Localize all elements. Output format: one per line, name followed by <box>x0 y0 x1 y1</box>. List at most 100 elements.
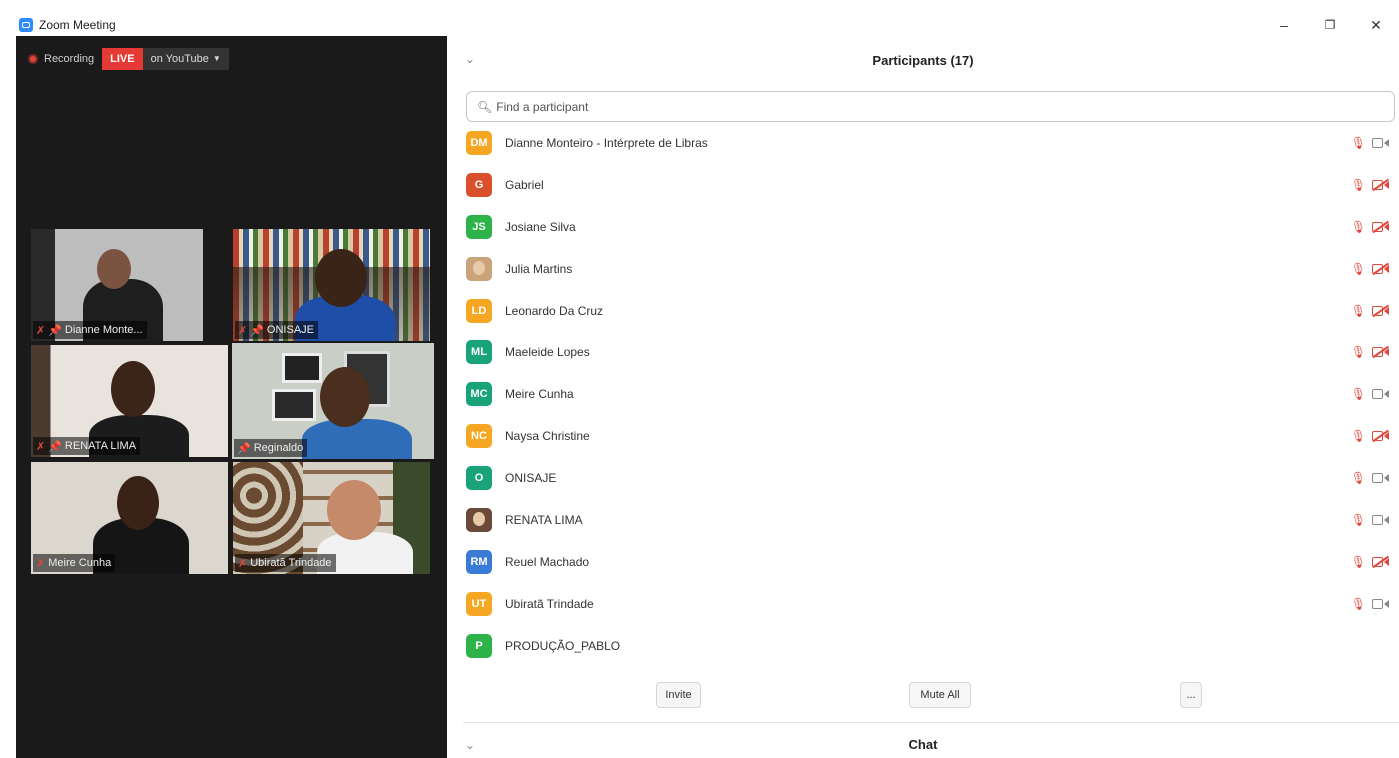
camera-icon[interactable] <box>1372 598 1389 610</box>
video-participant-name: ONISAJE <box>266 324 314 336</box>
participants-panel: ⌄ Participants (17) 🔍︎ DM Dianne Monteiro… <box>447 36 1399 758</box>
camera-body <box>1372 556 1383 567</box>
mic-muted-icon[interactable]: 🎙︎ <box>1351 471 1366 485</box>
camera-icon[interactable] <box>1372 514 1389 526</box>
invite-button[interactable]: Invite <box>656 682 701 708</box>
participant-row[interactable]: MC Meire Cunha 🎙︎ <box>447 373 1399 415</box>
participant-row[interactable]: DM Dianne Monteiro - Intérprete de Libras… <box>447 122 1399 164</box>
participant-name: Gabriel <box>505 177 544 192</box>
camera-off-icon[interactable] <box>1372 430 1389 442</box>
camera-off-icon[interactable] <box>1372 556 1389 568</box>
mic-muted-icon[interactable]: 🎙︎ <box>1351 555 1366 569</box>
participant-row[interactable]: RENATA LIMA 🎙︎ <box>447 499 1399 541</box>
participant-avatar: MC <box>466 382 492 407</box>
mic-muted-icon[interactable]: 🎙︎ <box>1351 387 1366 401</box>
wall-picture <box>282 353 322 383</box>
minimize-button[interactable]: – <box>1261 14 1307 36</box>
camera-lens <box>1384 432 1389 441</box>
participant-status-icons: 🎙︎ <box>1351 304 1389 318</box>
mic-muted-icon[interactable]: 🎙︎ <box>1351 304 1366 318</box>
video-tile-ubirata[interactable]: ✗ Ubiratã Trindade <box>233 462 430 574</box>
participant-row[interactable]: LD Leonardo Da Cruz 🎙︎ <box>447 290 1399 332</box>
video-tile-meire[interactable]: ✗ Meire Cunha <box>31 462 228 574</box>
participant-name: Meire Cunha <box>505 387 574 402</box>
camera-icon[interactable] <box>1372 388 1389 400</box>
camera-off-icon[interactable] <box>1372 179 1389 191</box>
collapse-chevron-icon[interactable]: ⌄ <box>465 738 475 752</box>
participant-search[interactable]: 🔍︎ <box>466 91 1395 122</box>
close-button[interactable]: ✕ <box>1353 14 1399 36</box>
zoom-window: Zoom Meeting – ❐ ✕ Recording LIVE on You… <box>0 0 1399 758</box>
participant-row[interactable]: Julia Martins 🎙︎ <box>447 248 1399 290</box>
panel-divider <box>463 722 1399 723</box>
participant-name: RENATA LIMA <box>505 512 583 527</box>
participant-search-input[interactable] <box>496 99 1097 114</box>
participant-row[interactable]: G Gabriel 🎙︎ <box>447 164 1399 206</box>
participant-status-icons: 🎙︎ <box>1351 136 1389 150</box>
mic-muted-icon[interactable]: 🎙︎ <box>1351 345 1366 359</box>
mic-muted-icon[interactable]: 🎙︎ <box>1351 597 1366 611</box>
participant-name: Josiane Silva <box>505 219 576 234</box>
camera-body <box>1372 347 1383 358</box>
participant-avatar: G <box>466 172 492 197</box>
camera-lens <box>1384 474 1389 483</box>
participant-row[interactable]: P PRODUÇÃO_PABLO <box>447 625 1399 667</box>
video-name-tag: ✗ 📌 RENATA LIMA <box>33 437 141 455</box>
participant-row[interactable]: NC Naysa Christine 🎙︎ <box>447 415 1399 457</box>
participant-status-icons: 🎙︎ <box>1351 262 1389 276</box>
participant-row[interactable]: RM Reuel Machado 🎙︎ <box>447 541 1399 583</box>
mic-muted-icon[interactable]: 🎙︎ <box>1351 262 1366 276</box>
mic-muted-icon[interactable]: 🎙︎ <box>1351 429 1366 443</box>
camera-body <box>1372 263 1383 274</box>
video-name-tag: 📌 Reginaldo <box>234 439 308 457</box>
participant-status-icons: 🎙︎ <box>1351 387 1389 401</box>
video-tile-onisaje[interactable]: ✗ 📌 ONISAJE <box>233 229 430 341</box>
camera-lens <box>1384 599 1389 608</box>
camera-lens <box>1384 348 1389 357</box>
video-tile-reginaldo[interactable]: 📌 Reginaldo <box>232 343 434 459</box>
live-badge[interactable]: LIVE <box>102 48 143 70</box>
camera-icon[interactable] <box>1372 472 1389 484</box>
video-tile-dianne[interactable]: ✗ 📌 Dianne Monte... <box>31 229 203 341</box>
recording-dot-icon <box>28 54 38 64</box>
person-head <box>320 367 370 427</box>
more-options-button[interactable]: ... <box>1180 682 1202 708</box>
camera-off-icon[interactable] <box>1372 221 1389 233</box>
participant-avatar: DM <box>466 130 492 155</box>
camera-lens <box>1384 180 1389 189</box>
mic-muted-icon[interactable]: 🎙︎ <box>1351 220 1366 234</box>
person-head <box>111 361 155 417</box>
participant-status-icons: 🎙︎ <box>1351 555 1389 569</box>
participant-row[interactable]: JS Josiane Silva 🎙︎ <box>447 206 1399 248</box>
participant-name: Naysa Christine <box>505 429 590 444</box>
avatar-face <box>473 260 485 275</box>
restore-button[interactable]: ❐ <box>1307 14 1353 36</box>
camera-off-icon[interactable] <box>1372 263 1389 275</box>
mic-muted-icon: ✗ <box>36 557 46 570</box>
mic-muted-icon[interactable]: 🎙︎ <box>1351 136 1366 150</box>
camera-body <box>1372 305 1383 316</box>
video-participant-name: Meire Cunha <box>48 557 112 569</box>
person-body <box>302 419 412 459</box>
mic-muted-icon[interactable]: 🎙︎ <box>1351 513 1366 527</box>
mic-muted-icon[interactable]: 🎙︎ <box>1351 178 1366 192</box>
participant-name: ONISAJE <box>505 471 557 486</box>
participant-row[interactable]: ML Maeleide Lopes 🎙︎ <box>447 331 1399 373</box>
person-head <box>315 249 367 307</box>
camera-off-icon[interactable] <box>1372 346 1389 358</box>
camera-off-icon[interactable] <box>1372 305 1389 317</box>
window-controls: – ❐ ✕ <box>1261 14 1399 36</box>
participants-header: ⌄ Participants (17) <box>447 46 1399 74</box>
participant-status-icons: 🎙︎ <box>1351 178 1389 192</box>
live-destination-dropdown[interactable]: on YouTube ▼ <box>142 48 229 70</box>
participant-row[interactable]: UT Ubiratã Trindade 🎙︎ <box>447 583 1399 625</box>
mute-all-button[interactable]: Mute All <box>909 682 971 708</box>
camera-icon[interactable] <box>1372 137 1389 149</box>
participant-list: DM Dianne Monteiro - Intérprete de Libras… <box>447 122 1399 667</box>
participant-row[interactable]: O ONISAJE 🎙︎ <box>447 457 1399 499</box>
video-tile-renata[interactable]: ✗ 📌 RENATA LIMA <box>31 345 228 457</box>
pin-icon: 📌 <box>237 442 251 455</box>
collapse-chevron-icon[interactable]: ⌄ <box>465 52 475 66</box>
camera-lens <box>1384 515 1389 524</box>
video-gallery: Recording LIVE on YouTube ▼ ✗ 📌 Dianne M… <box>16 36 447 758</box>
